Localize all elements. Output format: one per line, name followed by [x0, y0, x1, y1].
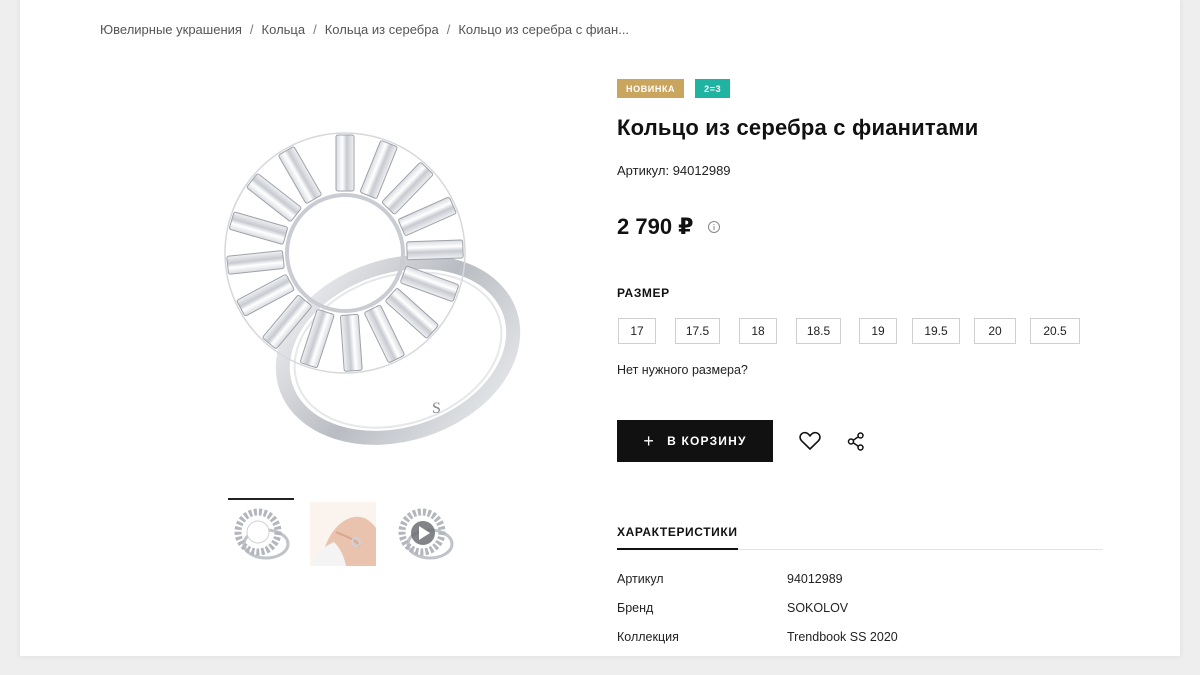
breadcrumb-current: Кольцо из серебра с фиан... — [458, 22, 630, 37]
breadcrumb: Ювелирные украшения / Кольца / Кольца из… — [100, 22, 629, 37]
product-page: Ювелирные украшения / Кольца / Кольца из… — [20, 0, 1180, 656]
thumbnail-ring[interactable] — [228, 498, 294, 566]
size-option[interactable]: 17 — [618, 318, 656, 344]
spec-value: SOKOLOV — [787, 601, 849, 615]
add-to-cart-button[interactable]: + В КОРЗИНУ — [617, 420, 773, 462]
size-option[interactable]: 19 — [859, 318, 897, 344]
specs-table: Артикул 94012989 Бренд SOKOLOV Коллекция… — [617, 572, 1097, 656]
breadcrumb-silver-rings[interactable]: Кольца из серебра — [325, 22, 439, 37]
spec-row: Коллекция Trendbook SS 2020 — [617, 630, 1097, 656]
product-title: Кольцо из серебра с фианитами — [617, 115, 979, 140]
thumbnail-model[interactable] — [310, 498, 376, 566]
breadcrumb-separator: / — [249, 22, 254, 37]
breadcrumb-separator: / — [446, 22, 451, 37]
ring-thumbnail-image — [234, 508, 290, 560]
no-size-link[interactable]: Нет нужного размера? — [617, 363, 748, 377]
spec-row: Бренд SOKOLOV — [617, 601, 1097, 630]
model-thumbnail-image — [310, 502, 376, 566]
thumbnail-video[interactable] — [392, 498, 458, 566]
heart-icon[interactable] — [799, 431, 821, 451]
size-option[interactable]: 17.5 — [675, 318, 720, 344]
svg-text:S: S — [432, 400, 441, 417]
video-thumbnail-image — [398, 508, 454, 560]
tab-characteristics[interactable]: ХАРАКТЕРИСТИКИ — [617, 525, 738, 550]
price-row: 2 790 ₽ — [617, 214, 721, 240]
spec-value: Trendbook SS 2020 — [787, 630, 898, 644]
spec-key: Коллекция — [617, 630, 679, 644]
spec-key: Бренд — [617, 601, 654, 615]
promo-badge: 2=3 — [695, 79, 731, 98]
badge-group: НОВИНКА 2=3 — [617, 79, 731, 98]
ring-image: S — [224, 132, 521, 445]
size-option[interactable]: 18.5 — [796, 318, 841, 344]
size-option[interactable]: 20.5 — [1030, 318, 1080, 344]
share-icon[interactable] — [847, 432, 865, 451]
product-main-image[interactable]: S — [170, 95, 540, 465]
new-badge: НОВИНКА — [617, 79, 685, 98]
size-label: РАЗМЕР — [617, 286, 670, 300]
breadcrumb-separator: / — [313, 22, 317, 37]
size-option[interactable]: 19.5 — [912, 318, 960, 344]
spec-value: 94012989 — [787, 572, 843, 586]
breadcrumb-jewelry[interactable]: Ювелирные украшения — [100, 22, 242, 37]
product-sku: Артикул: 94012989 — [617, 163, 731, 178]
breadcrumb-rings[interactable]: Кольца — [262, 22, 306, 37]
plus-icon: + — [643, 430, 656, 451]
spec-key: Артикул — [617, 572, 664, 586]
size-option[interactable]: 18 — [739, 318, 777, 344]
size-option[interactable]: 20 — [974, 318, 1016, 344]
product-price: 2 790 ₽ — [617, 214, 694, 239]
info-icon[interactable] — [707, 220, 721, 234]
add-to-cart-label: В КОРЗИНУ — [667, 434, 747, 448]
thumbnail-strip — [228, 498, 458, 566]
spec-row: Артикул 94012989 — [617, 572, 1097, 601]
size-selector: 17 17.5 18 18.5 19 19.5 20 20.5 — [618, 318, 1080, 344]
